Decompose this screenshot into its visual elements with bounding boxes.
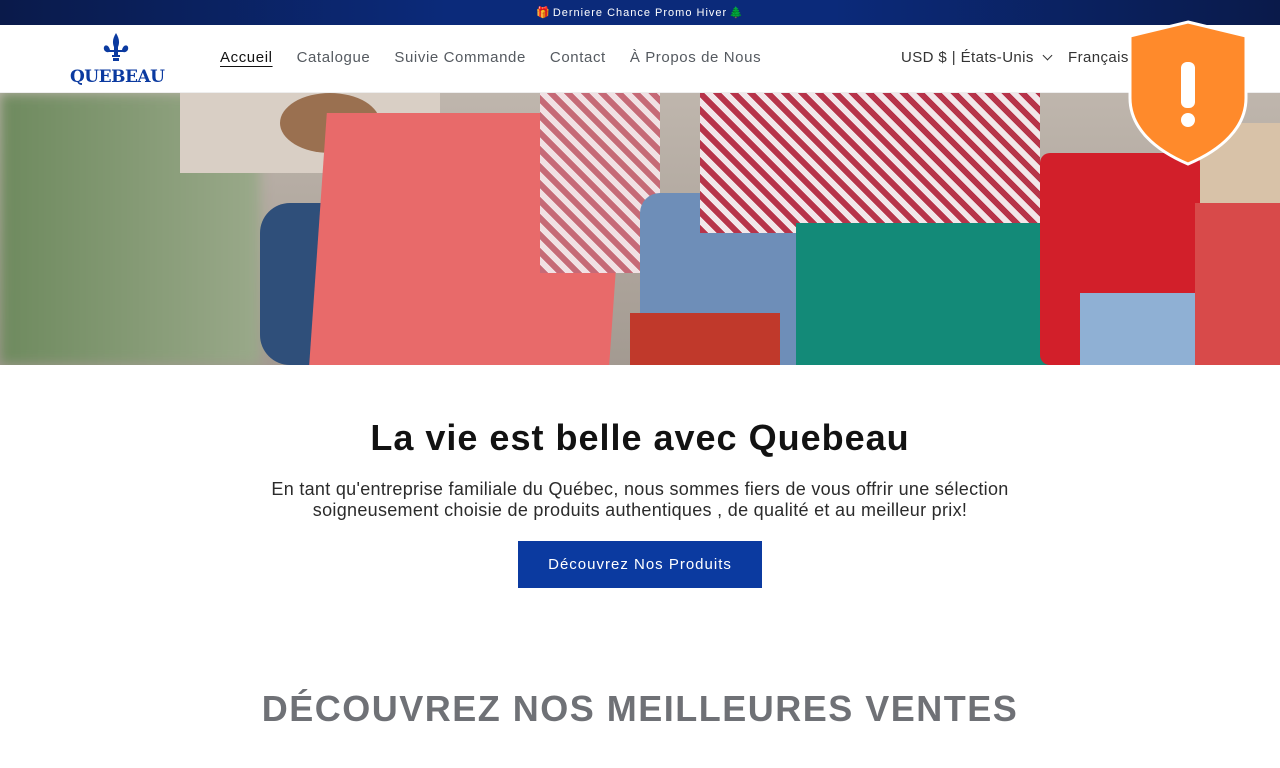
currency-selector[interactable]: USD $ | États-Unis — [901, 49, 1053, 66]
intro-title: La vie est belle avec Quebeau — [370, 417, 910, 458]
site-header: QUEBEAU Accueil Catalogue Suivie Command… — [0, 25, 1280, 93]
nav-item-contact[interactable]: Contact — [550, 49, 606, 66]
brand-name: QUEBEAU — [70, 67, 165, 87]
announcement-text: Derniere Chance Promo Hiver — [552, 6, 728, 19]
hero-green-bag — [796, 223, 1078, 365]
nav-item-a-propos[interactable]: À Propos de Nous — [630, 49, 761, 66]
intro-section: La vie est belle avec Quebeau En tant qu… — [0, 365, 1280, 768]
gift-icon: 🎁 — [536, 7, 551, 19]
best-sellers-title: DÉCOUVREZ NOS MEILLEURES VENTES — [261, 688, 1019, 729]
nav-item-catalogue[interactable]: Catalogue — [297, 49, 371, 66]
hero-banner-image — [0, 93, 1280, 365]
chevron-down-icon — [1042, 50, 1053, 61]
fleur-de-lis-icon — [103, 33, 129, 61]
hero-red-pants — [630, 313, 780, 365]
language-selector[interactable]: Français — [1068, 49, 1129, 66]
nav-item-accueil[interactable]: Accueil — [220, 49, 273, 66]
warning-shield-icon[interactable] — [1126, 20, 1250, 166]
main-nav: Accueil Catalogue Suivie Commande Contac… — [220, 49, 785, 66]
tree-icon: 🌲 — [729, 7, 744, 19]
intro-description: En tant qu'entreprise familiale du Québe… — [271, 479, 1009, 520]
nav-item-suivie-commande[interactable]: Suivie Commande — [394, 49, 526, 66]
hero-plaid-shirt-2 — [700, 93, 1040, 233]
hero-red-gift — [1195, 203, 1280, 365]
hero-jeans-3 — [1080, 293, 1200, 365]
discover-products-button[interactable]: Découvrez Nos Produits — [518, 541, 762, 588]
announcement-bar: 🎁 Derniere Chance Promo Hiver 🌲 — [0, 0, 1280, 25]
currency-label: USD $ | États-Unis — [901, 49, 1034, 66]
brand-logo[interactable]: QUEBEAU — [70, 33, 165, 87]
